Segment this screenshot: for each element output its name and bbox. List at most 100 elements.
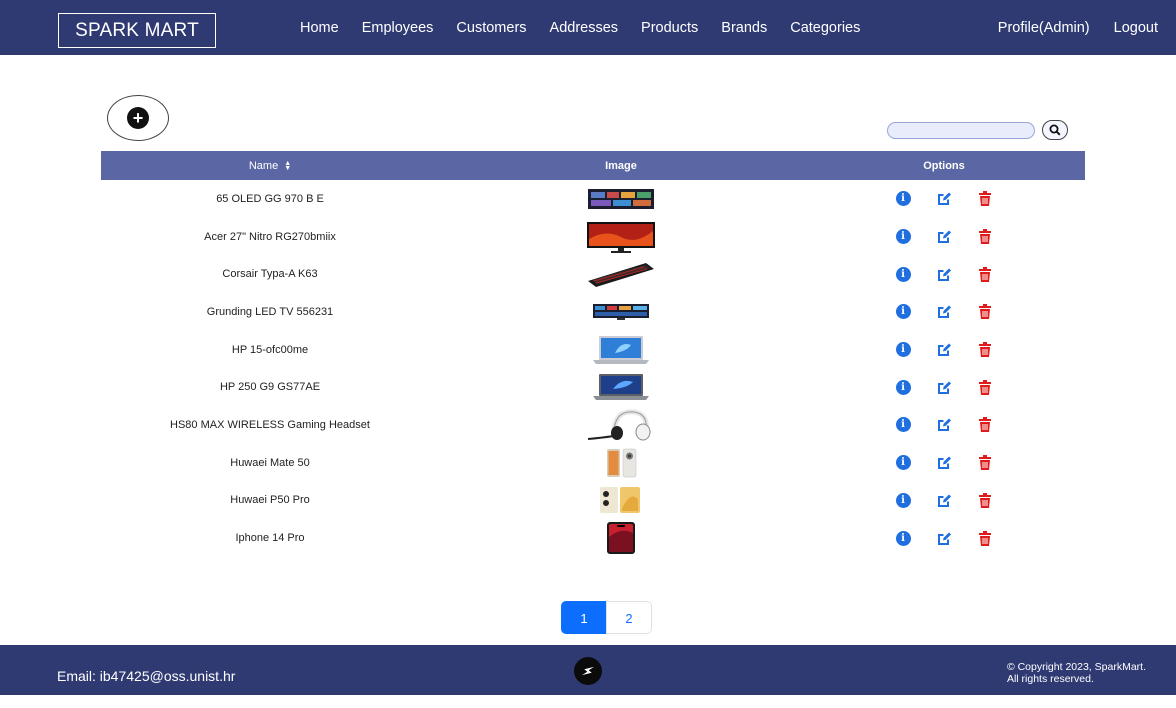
page-2-button[interactable]: 2	[606, 601, 652, 634]
brand-logo[interactable]: SPARK MART	[58, 13, 216, 48]
navbar: SPARK MART Home Employees Customers Addr…	[0, 0, 1176, 55]
edit-button[interactable]	[924, 380, 965, 395]
tv-image	[586, 297, 656, 327]
info-icon: i	[895, 455, 911, 471]
table-row: Acer 27" Nitro RG270bmiix i	[101, 218, 1085, 256]
nav-right: Profile(Admin) Logout	[974, 0, 1158, 55]
info-button[interactable]: i	[883, 530, 924, 546]
trash-icon	[979, 191, 991, 207]
nav-links: Home Employees Customers Addresses Produ…	[300, 0, 883, 55]
keyboard-image	[586, 259, 656, 289]
trash-icon	[979, 229, 991, 245]
delete-button[interactable]	[965, 379, 1006, 395]
info-icon: i	[895, 191, 911, 207]
edit-button[interactable]	[924, 417, 965, 432]
search-input[interactable]	[887, 122, 1035, 139]
product-name: Huwaei Mate 50	[230, 456, 310, 469]
info-button[interactable]: i	[883, 417, 924, 433]
delete-button[interactable]	[965, 266, 1006, 282]
info-button[interactable]: i	[883, 229, 924, 245]
table-row: 65 OLED GG 970 B E i	[101, 180, 1085, 218]
info-button[interactable]: i	[883, 492, 924, 508]
phone-image	[586, 485, 656, 515]
nav-profile[interactable]: Profile(Admin)	[998, 20, 1090, 36]
pagination: 1 2	[561, 601, 652, 634]
delete-button[interactable]	[965, 191, 1006, 207]
info-button[interactable]: i	[883, 266, 924, 282]
trash-icon	[979, 266, 991, 282]
info-button[interactable]: i	[883, 191, 924, 207]
info-button[interactable]: i	[883, 342, 924, 358]
edit-button[interactable]	[924, 531, 965, 546]
footer-email: Email: ib47425@oss.unist.hr	[57, 668, 236, 684]
product-name: HP 250 G9 GS77AE	[219, 381, 321, 394]
products-table: Name ▲ ▼ Image Options 65 OLED GG 970 B E…	[101, 151, 1085, 557]
edit-button[interactable]	[924, 267, 965, 282]
info-icon: i	[895, 379, 911, 395]
info-icon: i	[895, 342, 911, 358]
edit-button[interactable]	[924, 304, 965, 319]
headset-image	[586, 409, 656, 441]
trash-icon	[979, 379, 991, 395]
edit-icon	[937, 381, 951, 394]
delete-button[interactable]	[965, 417, 1006, 433]
laptop-image	[586, 335, 656, 365]
edit-button[interactable]	[924, 191, 965, 206]
header-image: Image	[605, 159, 637, 172]
edit-button[interactable]	[924, 342, 965, 357]
table-row: HP 250 G9 GS77AE i	[101, 368, 1085, 406]
delete-button[interactable]	[965, 229, 1006, 245]
info-button[interactable]: i	[883, 379, 924, 395]
footer-copyright: © Copyright 2023, SparkMart. All rights …	[1006, 661, 1146, 685]
nav-logout[interactable]: Logout	[1114, 20, 1158, 36]
edit-icon	[937, 305, 951, 319]
edit-icon	[937, 418, 951, 432]
add-product-button[interactable]: +	[107, 95, 169, 141]
delete-button[interactable]	[965, 492, 1006, 508]
delete-button[interactable]	[965, 455, 1006, 471]
trash-icon	[979, 342, 991, 358]
nav-addresses[interactable]: Addresses	[550, 20, 619, 36]
delete-button[interactable]	[965, 530, 1006, 546]
phone-image	[586, 448, 656, 478]
info-icon: i	[895, 492, 911, 508]
edit-icon	[937, 230, 951, 244]
nav-products[interactable]: Products	[641, 20, 698, 36]
edit-icon	[937, 192, 951, 206]
table-header: Name ▲ ▼ Image Options	[101, 151, 1085, 180]
product-name: Acer 27" Nitro RG270bmiix	[204, 230, 336, 243]
table-row: HS80 MAX WIRELESS Gaming Headset i	[101, 406, 1085, 444]
page-1-button[interactable]: 1	[561, 601, 607, 634]
trash-icon	[979, 530, 991, 546]
product-name: HS80 MAX WIRELESS Gaming Headset	[170, 418, 370, 431]
edit-button[interactable]	[924, 229, 965, 244]
sort-icon[interactable]: ▲ ▼	[284, 160, 291, 172]
table-row: HP 15-ofc00me i	[101, 331, 1085, 369]
info-button[interactable]: i	[883, 455, 924, 471]
product-name: 65 OLED GG 970 B E	[216, 192, 324, 205]
table-body: 65 OLED GG 970 B E i Acer 27" Nitro RG27…	[101, 180, 1085, 557]
info-button[interactable]: i	[883, 304, 924, 320]
table-row: Iphone 14 Pro i	[101, 519, 1085, 557]
info-icon: i	[895, 417, 911, 433]
edit-icon	[937, 494, 951, 507]
delete-button[interactable]	[965, 304, 1006, 320]
nav-home[interactable]: Home	[300, 20, 339, 36]
search-button[interactable]	[1042, 120, 1068, 140]
trash-icon	[979, 492, 991, 508]
delete-button[interactable]	[965, 342, 1006, 358]
edit-button[interactable]	[924, 493, 965, 508]
nav-categories[interactable]: Categories	[790, 20, 860, 36]
header-name[interactable]: Name ▲ ▼	[101, 160, 439, 172]
edit-icon	[937, 532, 951, 545]
edit-button[interactable]	[924, 455, 965, 470]
laptop-image	[586, 372, 656, 402]
footer: Email: ib47425@oss.unist.hr © Copyright …	[0, 645, 1176, 695]
table-row: Huwaei P50 Pro i	[101, 482, 1085, 520]
nav-customers[interactable]: Customers	[456, 20, 526, 36]
nav-brands[interactable]: Brands	[721, 20, 767, 36]
nav-employees[interactable]: Employees	[362, 20, 434, 36]
product-name: HP 15-ofc00me	[231, 343, 309, 356]
table-row: Grunding LED TV 556231 i	[101, 293, 1085, 331]
header-options: Options	[923, 159, 965, 172]
